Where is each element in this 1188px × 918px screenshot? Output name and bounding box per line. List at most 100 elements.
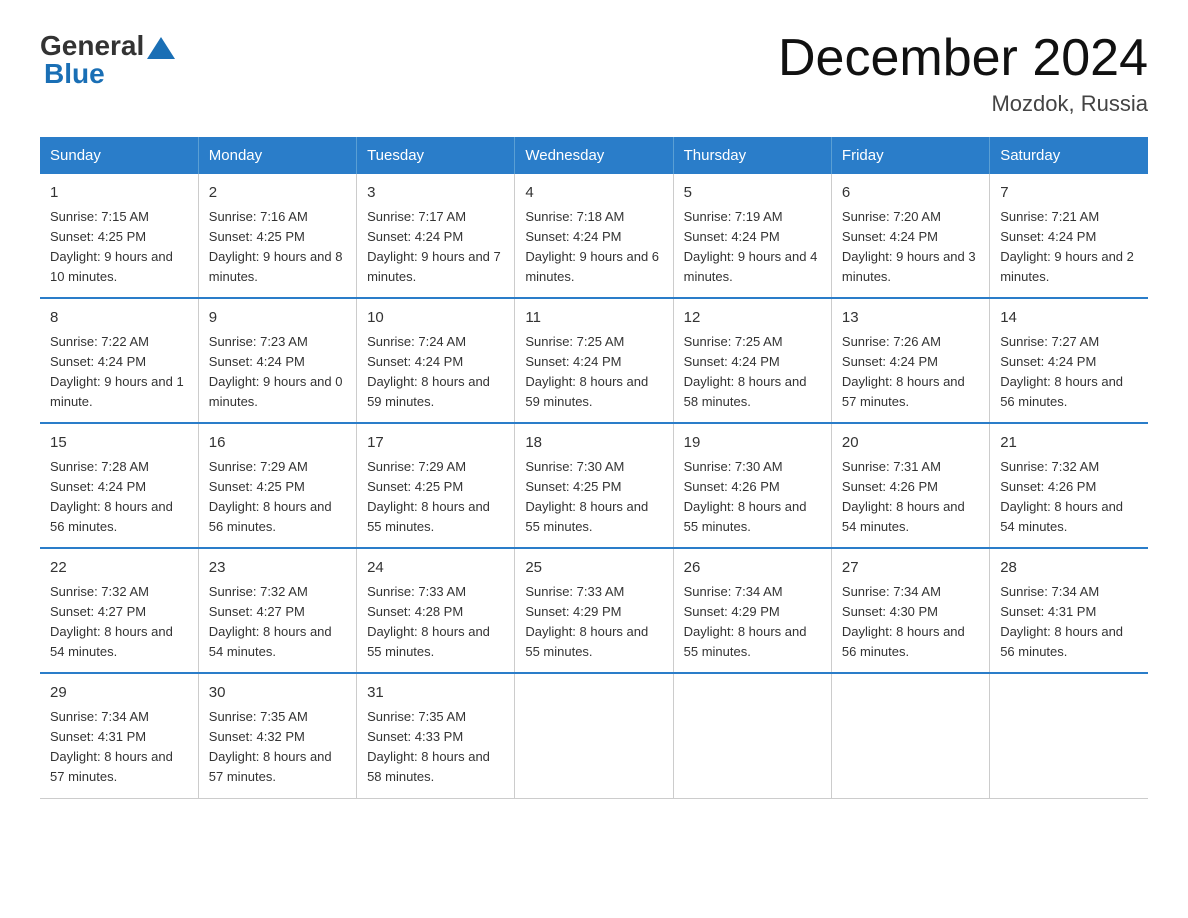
cell-info: Sunrise: 7:34 AMSunset: 4:30 PMDaylight:…	[842, 584, 965, 659]
calendar-cell: 28 Sunrise: 7:34 AMSunset: 4:31 PMDayligh…	[990, 548, 1148, 673]
calendar-cell: 29 Sunrise: 7:34 AMSunset: 4:31 PMDayligh…	[40, 673, 198, 798]
calendar-week-row: 8 Sunrise: 7:22 AMSunset: 4:24 PMDaylight…	[40, 298, 1148, 423]
calendar-cell: 16Sunrise: 7:29 AMSunset: 4:25 PMDayligh…	[198, 423, 356, 548]
calendar-cell: 20Sunrise: 7:31 AMSunset: 4:26 PMDayligh…	[831, 423, 989, 548]
cell-info: Sunrise: 7:19 AMSunset: 4:24 PMDaylight:…	[684, 209, 818, 284]
day-number: 4	[525, 182, 662, 205]
day-number: 29	[50, 682, 188, 705]
calendar-cell	[673, 673, 831, 798]
title-block: December 2024 Mozdok, Russia	[778, 30, 1148, 117]
calendar-cell: 19 Sunrise: 7:30 AMSunset: 4:26 PMDayligh…	[673, 423, 831, 548]
day-number: 17	[367, 432, 504, 455]
day-header-friday: Friday	[831, 137, 989, 174]
cell-info: Sunrise: 7:31 AMSunset: 4:26 PMDaylight:…	[842, 459, 965, 534]
day-number: 6	[842, 182, 979, 205]
cell-info: Sunrise: 7:34 AMSunset: 4:31 PMDaylight:…	[50, 709, 173, 784]
calendar-cell: 1 Sunrise: 7:15 AMSunset: 4:25 PMDaylight…	[40, 174, 198, 298]
page-header: General Blue December 2024 Mozdok, Russi…	[40, 30, 1148, 117]
cell-info: Sunrise: 7:33 AMSunset: 4:28 PMDaylight:…	[367, 584, 490, 659]
day-number: 10	[367, 307, 504, 330]
cell-info: Sunrise: 7:22 AMSunset: 4:24 PMDaylight:…	[50, 334, 184, 409]
calendar-week-row: 15 Sunrise: 7:28 AMSunset: 4:24 PMDayligh…	[40, 423, 1148, 548]
cell-info: Sunrise: 7:24 AMSunset: 4:24 PMDaylight:…	[367, 334, 490, 409]
cell-info: Sunrise: 7:34 AMSunset: 4:31 PMDaylight:…	[1000, 584, 1123, 659]
cell-info: Sunrise: 7:17 AMSunset: 4:24 PMDaylight:…	[367, 209, 501, 284]
cell-info: Sunrise: 7:25 AMSunset: 4:24 PMDaylight:…	[525, 334, 648, 409]
day-number: 21	[1000, 432, 1138, 455]
cell-info: Sunrise: 7:35 AMSunset: 4:32 PMDaylight:…	[209, 709, 332, 784]
calendar-cell: 2 Sunrise: 7:16 AMSunset: 4:25 PMDaylight…	[198, 174, 356, 298]
cell-info: Sunrise: 7:18 AMSunset: 4:24 PMDaylight:…	[525, 209, 659, 284]
cell-info: Sunrise: 7:32 AMSunset: 4:27 PMDaylight:…	[50, 584, 173, 659]
day-number: 15	[50, 432, 188, 455]
day-number: 14	[1000, 307, 1138, 330]
calendar-cell: 22 Sunrise: 7:32 AMSunset: 4:27 PMDayligh…	[40, 548, 198, 673]
cell-info: Sunrise: 7:27 AMSunset: 4:24 PMDaylight:…	[1000, 334, 1123, 409]
calendar-cell: 15 Sunrise: 7:28 AMSunset: 4:24 PMDayligh…	[40, 423, 198, 548]
cell-info: Sunrise: 7:15 AMSunset: 4:25 PMDaylight:…	[50, 209, 173, 284]
calendar-cell: 9Sunrise: 7:23 AMSunset: 4:24 PMDaylight…	[198, 298, 356, 423]
days-header-row: SundayMondayTuesdayWednesdayThursdayFrid…	[40, 137, 1148, 174]
day-number: 12	[684, 307, 821, 330]
calendar-cell: 17Sunrise: 7:29 AMSunset: 4:25 PMDayligh…	[357, 423, 515, 548]
day-number: 19	[684, 432, 821, 455]
month-title: December 2024	[778, 30, 1148, 87]
calendar-cell	[515, 673, 673, 798]
cell-info: Sunrise: 7:29 AMSunset: 4:25 PMDaylight:…	[209, 459, 332, 534]
day-header-monday: Monday	[198, 137, 356, 174]
calendar-cell: 27 Sunrise: 7:34 AMSunset: 4:30 PMDayligh…	[831, 548, 989, 673]
calendar-cell: 23Sunrise: 7:32 AMSunset: 4:27 PMDayligh…	[198, 548, 356, 673]
day-number: 23	[209, 557, 346, 580]
day-number: 7	[1000, 182, 1138, 205]
day-header-wednesday: Wednesday	[515, 137, 673, 174]
cell-info: Sunrise: 7:33 AMSunset: 4:29 PMDaylight:…	[525, 584, 648, 659]
calendar-cell: 25 Sunrise: 7:33 AMSunset: 4:29 PMDayligh…	[515, 548, 673, 673]
calendar-cell: 24Sunrise: 7:33 AMSunset: 4:28 PMDayligh…	[357, 548, 515, 673]
day-number: 25	[525, 557, 662, 580]
cell-info: Sunrise: 7:32 AMSunset: 4:26 PMDaylight:…	[1000, 459, 1123, 534]
day-number: 30	[209, 682, 346, 705]
cell-info: Sunrise: 7:21 AMSunset: 4:24 PMDaylight:…	[1000, 209, 1134, 284]
calendar-cell: 26Sunrise: 7:34 AMSunset: 4:29 PMDayligh…	[673, 548, 831, 673]
calendar-cell	[831, 673, 989, 798]
day-header-saturday: Saturday	[990, 137, 1148, 174]
day-number: 13	[842, 307, 979, 330]
day-number: 3	[367, 182, 504, 205]
cell-info: Sunrise: 7:20 AMSunset: 4:24 PMDaylight:…	[842, 209, 976, 284]
day-header-tuesday: Tuesday	[357, 137, 515, 174]
calendar-cell: 18 Sunrise: 7:30 AMSunset: 4:25 PMDayligh…	[515, 423, 673, 548]
calendar-cell: 7 Sunrise: 7:21 AMSunset: 4:24 PMDaylight…	[990, 174, 1148, 298]
day-number: 2	[209, 182, 346, 205]
day-number: 5	[684, 182, 821, 205]
calendar-table: SundayMondayTuesdayWednesdayThursdayFrid…	[40, 137, 1148, 798]
calendar-cell: 8 Sunrise: 7:22 AMSunset: 4:24 PMDaylight…	[40, 298, 198, 423]
cell-info: Sunrise: 7:30 AMSunset: 4:25 PMDaylight:…	[525, 459, 648, 534]
cell-info: Sunrise: 7:25 AMSunset: 4:24 PMDaylight:…	[684, 334, 807, 409]
calendar-cell: 14 Sunrise: 7:27 AMSunset: 4:24 PMDayligh…	[990, 298, 1148, 423]
day-number: 18	[525, 432, 662, 455]
cell-info: Sunrise: 7:28 AMSunset: 4:24 PMDaylight:…	[50, 459, 173, 534]
day-number: 31	[367, 682, 504, 705]
day-number: 8	[50, 307, 188, 330]
day-number: 1	[50, 182, 188, 205]
calendar-cell: 4 Sunrise: 7:18 AMSunset: 4:24 PMDaylight…	[515, 174, 673, 298]
day-number: 28	[1000, 557, 1138, 580]
logo-triangle-icon	[147, 37, 175, 59]
cell-info: Sunrise: 7:16 AMSunset: 4:25 PMDaylight:…	[209, 209, 343, 284]
day-number: 26	[684, 557, 821, 580]
cell-info: Sunrise: 7:23 AMSunset: 4:24 PMDaylight:…	[209, 334, 343, 409]
logo: General Blue	[40, 30, 178, 90]
cell-info: Sunrise: 7:35 AMSunset: 4:33 PMDaylight:…	[367, 709, 490, 784]
calendar-cell: 31 Sunrise: 7:35 AMSunset: 4:33 PMDayligh…	[357, 673, 515, 798]
logo-blue-text: Blue	[40, 58, 105, 90]
day-number: 11	[525, 307, 662, 330]
calendar-cell: 12 Sunrise: 7:25 AMSunset: 4:24 PMDayligh…	[673, 298, 831, 423]
calendar-cell	[990, 673, 1148, 798]
calendar-week-row: 22 Sunrise: 7:32 AMSunset: 4:27 PMDayligh…	[40, 548, 1148, 673]
cell-info: Sunrise: 7:30 AMSunset: 4:26 PMDaylight:…	[684, 459, 807, 534]
location: Mozdok, Russia	[778, 91, 1148, 117]
calendar-cell: 10 Sunrise: 7:24 AMSunset: 4:24 PMDayligh…	[357, 298, 515, 423]
day-number: 22	[50, 557, 188, 580]
calendar-cell: 11 Sunrise: 7:25 AMSunset: 4:24 PMDayligh…	[515, 298, 673, 423]
day-number: 27	[842, 557, 979, 580]
